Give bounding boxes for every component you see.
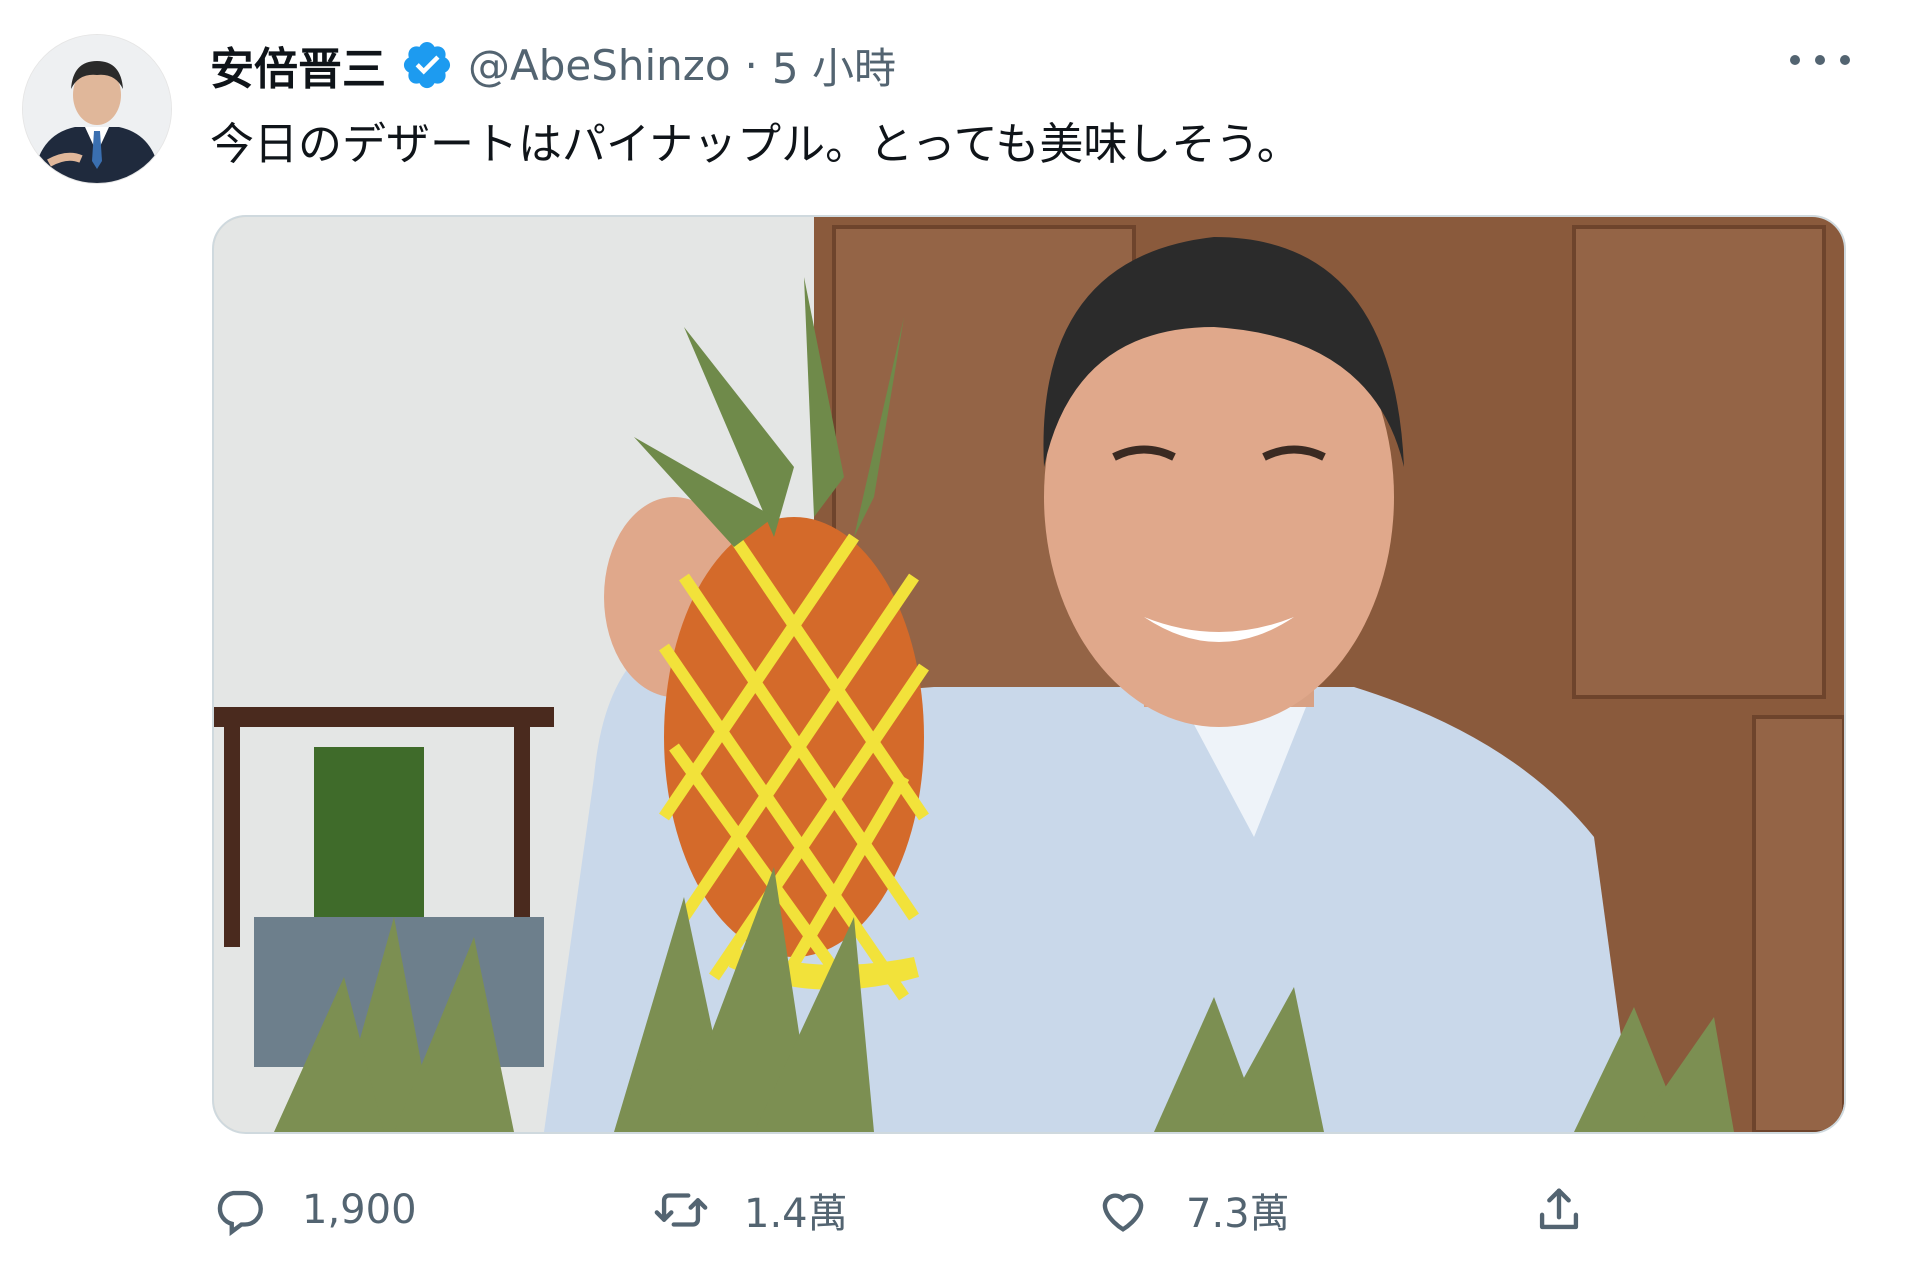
reply-button[interactable]: 1,900 — [210, 1170, 417, 1250]
like-button[interactable]: 7.3萬 — [1094, 1170, 1290, 1250]
separator-dot: · — [744, 40, 758, 90]
retweet-icon — [654, 1193, 708, 1227]
tweet-header: 安倍晋三 @AbeShinzo · 5 小時 — [210, 30, 896, 100]
tweet-media-photo[interactable] — [212, 215, 1846, 1134]
avatar[interactable] — [22, 34, 172, 184]
like-icon — [1102, 1193, 1144, 1232]
retweet-count: 1.4萬 — [744, 1191, 848, 1237]
tweet-action-bar: 1,900 1.4萬 7.3萬 — [0, 1170, 1920, 1250]
author-handle[interactable]: @AbeShinzo — [468, 41, 731, 90]
reply-icon — [217, 1190, 263, 1237]
like-count: 7.3萬 — [1186, 1191, 1290, 1237]
tweet-card: 安倍晋三 @AbeShinzo · 5 小時 今日のデザートはパイナップル。とっ… — [0, 0, 1920, 1270]
avatar-photo — [23, 35, 171, 183]
share-icon — [1539, 1188, 1579, 1230]
reply-count: 1,900 — [302, 1187, 417, 1233]
tweet-timestamp[interactable]: 5 小時 — [772, 35, 896, 96]
retweet-button[interactable]: 1.4萬 — [652, 1170, 848, 1250]
more-options-icon[interactable] — [1790, 40, 1850, 80]
tweet-text: 今日のデザートはパイナップル。とっても美味しそう。 — [210, 119, 1301, 170]
author-display-name[interactable]: 安倍晋三 — [210, 33, 386, 97]
share-button[interactable] — [1530, 1170, 1588, 1250]
verified-badge-icon — [403, 41, 451, 89]
photo-illustration — [214, 217, 1844, 1132]
